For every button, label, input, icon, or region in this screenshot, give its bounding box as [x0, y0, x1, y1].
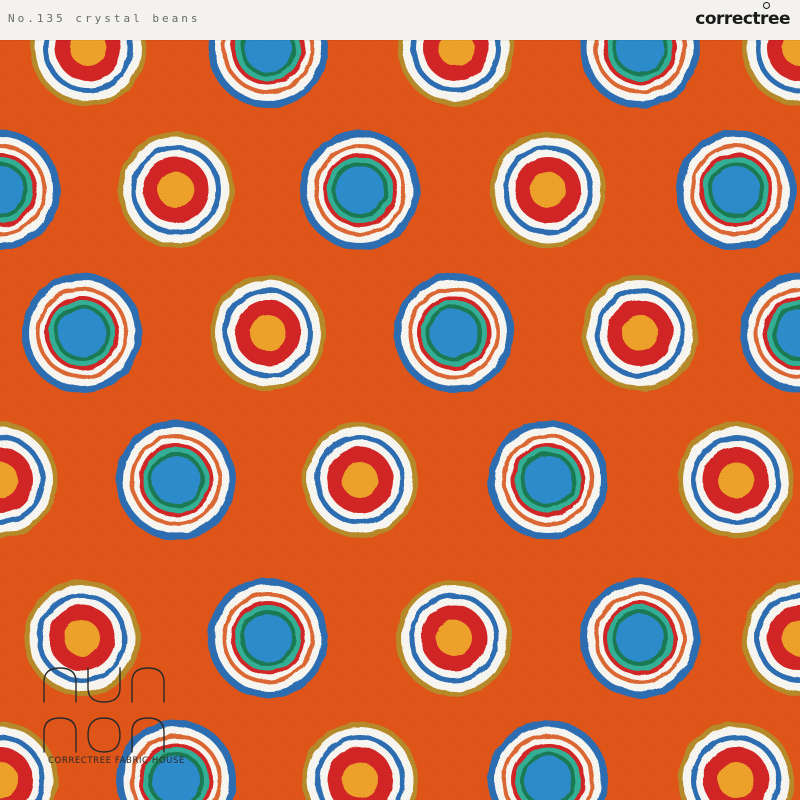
brand-dot-icon — [763, 2, 770, 9]
nunnon-logo-watermark — [43, 667, 165, 753]
pattern-name: No.135 crystal beans — [8, 12, 201, 25]
brand-logo: correctree — [695, 9, 790, 29]
header-bar: No.135 crystal beans correctree — [0, 0, 800, 40]
fabric-house-caption: CORRECTREE FABRIC HOUSE — [48, 756, 185, 766]
